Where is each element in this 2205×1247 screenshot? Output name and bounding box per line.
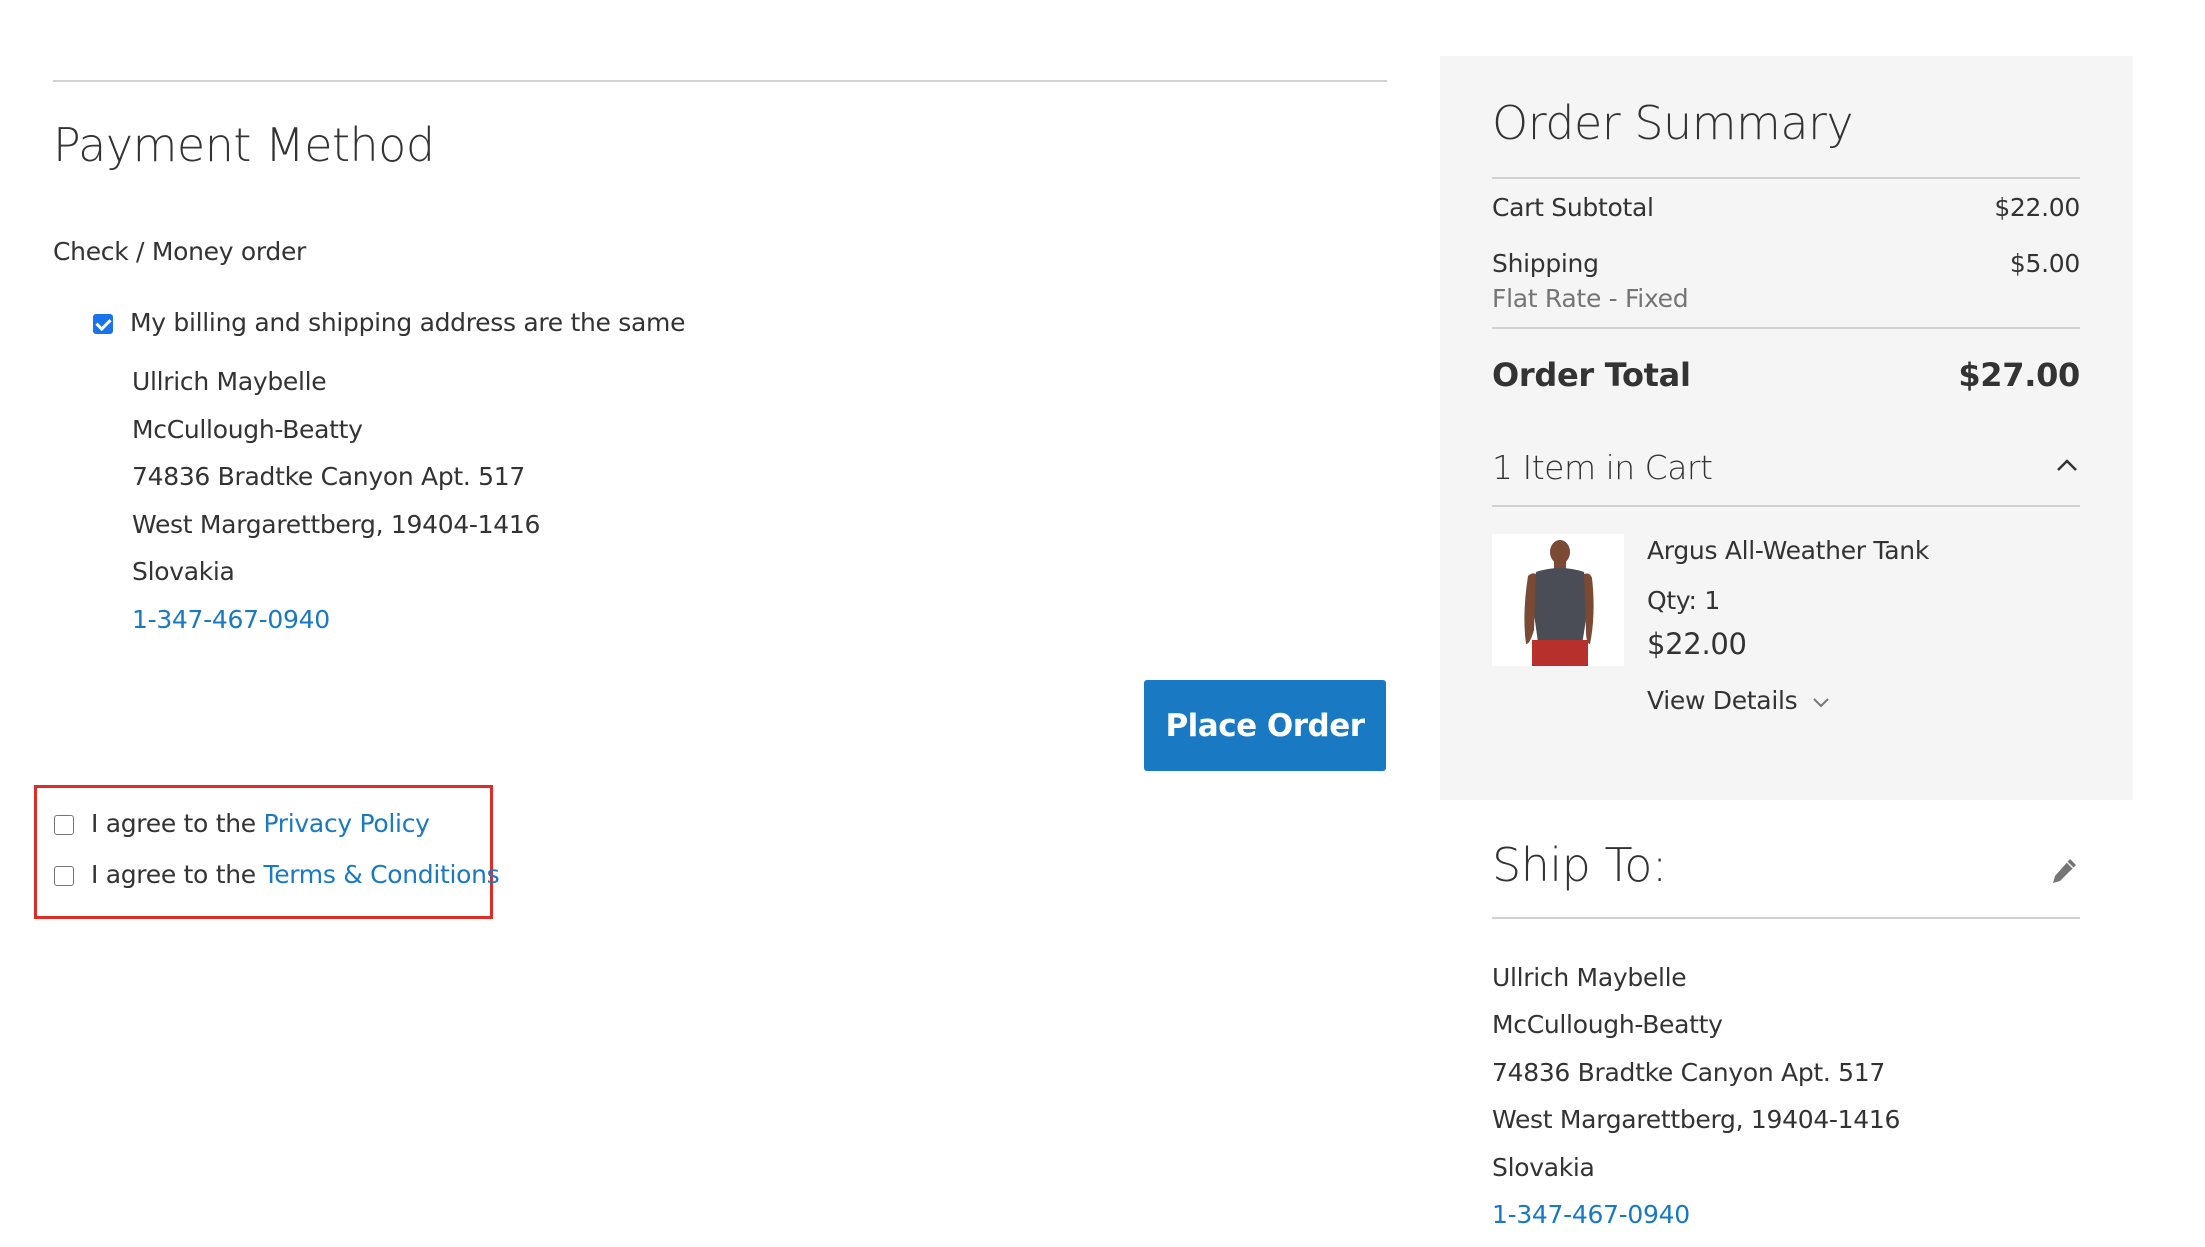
order-summary-title: Order Summary xyxy=(1492,96,1854,150)
agreement-prefix: I agree to the xyxy=(91,860,264,889)
top-divider xyxy=(53,80,1387,82)
summary-divider-3 xyxy=(1492,505,2080,507)
payment-method-option[interactable]: Check / Money order xyxy=(53,237,306,266)
privacy-policy-label: I agree to the Privacy Policy xyxy=(91,809,430,838)
subtotal-label: Cart Subtotal xyxy=(1492,193,1654,222)
cart-item-qty: Qty: 1 xyxy=(1647,586,1720,615)
shipping-label: Shipping xyxy=(1492,249,1599,278)
summary-divider-1 xyxy=(1492,177,2080,179)
terms-conditions-checkbox[interactable] xyxy=(54,866,74,886)
subtotal-value: $22.00 xyxy=(1994,193,2080,222)
billing-name: Ullrich Maybelle xyxy=(132,367,327,396)
ship-to-name: Ullrich Maybelle xyxy=(1492,963,1687,992)
billing-phone-link[interactable]: 1-347-467-0940 xyxy=(132,605,330,634)
billing-company: McCullough-Beatty xyxy=(132,415,363,444)
summary-divider-2 xyxy=(1492,327,2080,329)
privacy-policy-checkbox[interactable] xyxy=(54,815,74,835)
ship-to-country: Slovakia xyxy=(1492,1153,1595,1182)
ship-to-title: Ship To: xyxy=(1492,838,1667,892)
chevron-down-icon xyxy=(1813,698,1829,708)
product-thumbnail[interactable] xyxy=(1492,534,1624,666)
billing-street: 74836 Bradtke Canyon Apt. 517 xyxy=(132,462,525,491)
cart-item-price: $22.00 xyxy=(1647,627,1747,661)
shipping-value: $5.00 xyxy=(2009,249,2080,278)
view-details-label: View Details xyxy=(1647,686,1798,715)
edit-pencil-icon[interactable] xyxy=(2049,856,2079,886)
order-total-value: $27.00 xyxy=(1958,356,2080,394)
order-total-label: Order Total xyxy=(1492,356,1691,394)
same-address-label[interactable]: My billing and shipping address are the … xyxy=(130,308,685,337)
chevron-up-icon[interactable] xyxy=(2055,457,2079,473)
place-order-button[interactable]: Place Order xyxy=(1144,680,1386,771)
privacy-policy-link[interactable]: Privacy Policy xyxy=(263,809,429,838)
ship-to-city-zip: West Margarettberg, 19404-1416 xyxy=(1492,1105,1901,1134)
cart-item-name[interactable]: Argus All-Weather Tank xyxy=(1647,536,1929,565)
view-details-toggle[interactable]: View Details xyxy=(1647,686,1831,715)
billing-city-zip: West Margarettberg, 19404-1416 xyxy=(132,510,541,539)
shipping-method: Flat Rate - Fixed xyxy=(1492,284,1689,313)
same-address-checkbox[interactable] xyxy=(93,314,113,334)
product-image-tank xyxy=(1492,534,1624,666)
terms-conditions-label: I agree to the Terms & Conditions xyxy=(91,860,500,889)
agreements-highlight-box xyxy=(34,785,493,919)
billing-country: Slovakia xyxy=(132,557,235,586)
ship-to-company: McCullough-Beatty xyxy=(1492,1010,1723,1039)
ship-to-street: 74836 Bradtke Canyon Apt. 517 xyxy=(1492,1058,1885,1087)
payment-method-title: Payment Method xyxy=(53,118,435,172)
items-in-cart-toggle[interactable]: 1 Item in Cart xyxy=(1492,448,1713,487)
ship-to-divider xyxy=(1492,917,2080,919)
terms-conditions-link[interactable]: Terms & Conditions xyxy=(263,860,499,889)
ship-to-phone-link[interactable]: 1-347-467-0940 xyxy=(1492,1200,1690,1229)
agreement-prefix: I agree to the xyxy=(91,809,264,838)
